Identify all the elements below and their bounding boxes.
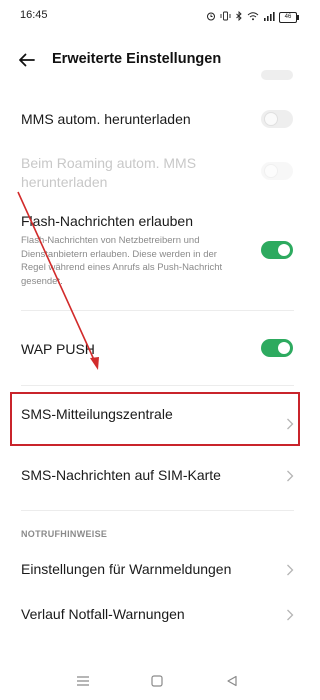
home-nav-icon[interactable] (151, 674, 163, 692)
warning-settings-label: Einstellungen für Warnmeldungen (21, 561, 232, 577)
mms-download-toggle[interactable] (261, 110, 293, 128)
chevron-right-icon (286, 563, 294, 576)
signal-icon (263, 8, 275, 26)
back-nav-icon[interactable] (226, 674, 238, 692)
flash-messages-label: Flash-Nachrichten erlauben (21, 213, 193, 229)
vibrate-icon (220, 8, 231, 26)
chevron-right-icon (286, 608, 294, 621)
bluetooth-icon (235, 8, 243, 26)
divider (21, 310, 294, 311)
wap-push-label: WAP PUSH (21, 341, 95, 357)
wifi-icon (247, 8, 259, 26)
system-nav-bar (0, 664, 315, 700)
roaming-mms-row: Beim Roaming autom. MMS herunterladen (0, 148, 315, 194)
warning-history-label: Verlauf Notfall-Warnungen (21, 606, 185, 622)
wap-push-row[interactable]: WAP PUSH (0, 328, 315, 368)
battery-indicator: 46 (279, 11, 299, 23)
flash-messages-row[interactable]: Flash-Nachrichten erlauben Flash-Nachric… (0, 205, 315, 295)
alarm-icon (206, 8, 216, 26)
warning-history-row[interactable]: Verlauf Notfall-Warnungen (0, 597, 315, 633)
partial-toggle (261, 70, 293, 80)
roaming-mms-label: Beim Roaming autom. MMS herunterladen (21, 155, 197, 190)
mms-download-label: MMS autom. herunterladen (21, 111, 191, 127)
status-icons: 46 (206, 8, 299, 26)
scrolled-row-partial (0, 64, 315, 84)
divider (21, 510, 294, 511)
chevron-right-icon (286, 469, 294, 482)
wap-push-toggle[interactable] (261, 339, 293, 357)
menu-nav-icon[interactable] (76, 674, 90, 692)
sim-messages-label: SMS-Nachrichten auf SIM-Karte (21, 467, 221, 483)
flash-messages-description: Flash-Nachrichten von Netzbetreibern und… (21, 235, 223, 287)
divider (21, 385, 294, 386)
status-time: 16:45 (20, 9, 48, 21)
roaming-mms-toggle (261, 162, 293, 180)
warning-settings-row[interactable]: Einstellungen für Warnmeldungen (0, 552, 315, 588)
status-bar: 16:45 46 (0, 0, 315, 32)
section-header-emergency: NOTRUFHINWEISE (21, 529, 108, 539)
mms-download-row[interactable]: MMS autom. herunterladen (0, 100, 315, 140)
annotation-highlight-box (10, 392, 300, 446)
flash-messages-toggle[interactable] (261, 241, 293, 259)
sim-messages-row[interactable]: SMS-Nachrichten auf SIM-Karte (0, 455, 315, 495)
